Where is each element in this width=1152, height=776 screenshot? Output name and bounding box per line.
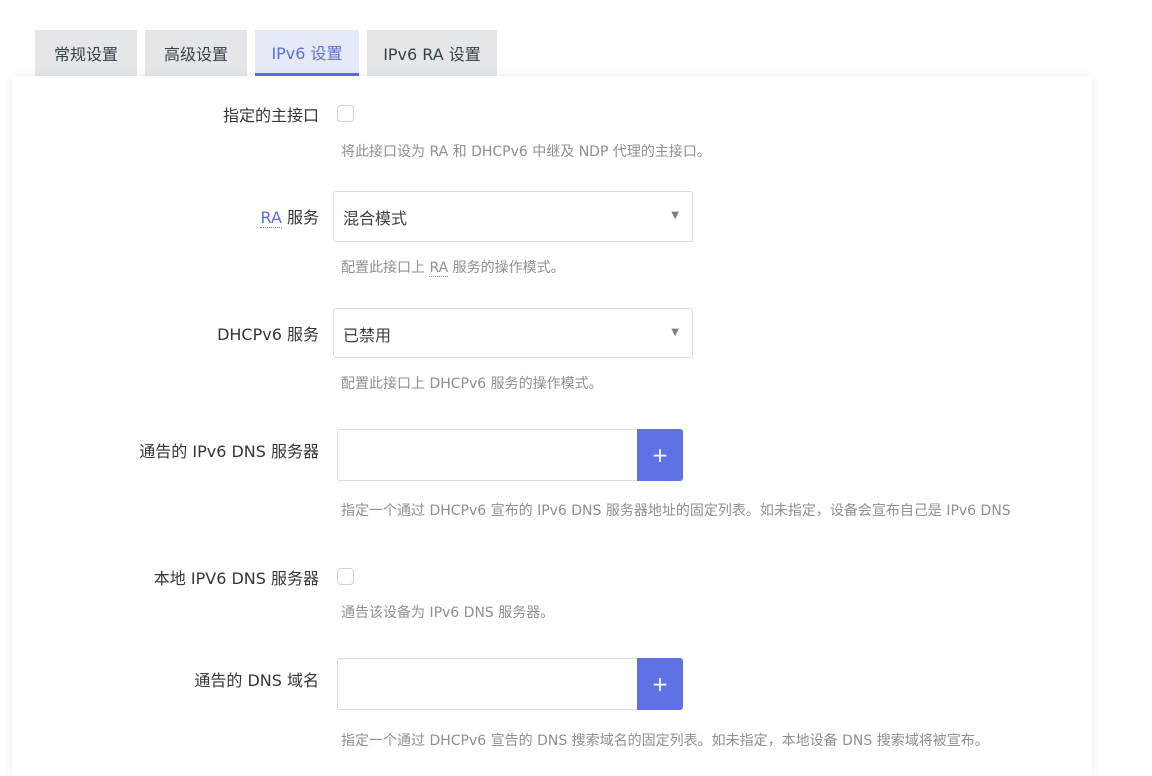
ra-help-abbr: RA: [429, 260, 449, 277]
tab-bar: 常规设置 高级设置 IPv6 设置 IPv6 RA 设置: [35, 30, 505, 76]
announced-ipv6-dns-input[interactable]: [337, 429, 638, 481]
ra-service-help: 配置此接口上 RA 服务的操作模式。: [341, 257, 565, 277]
ra-service-select[interactable]: 混合模式 ▼: [333, 191, 693, 242]
ra-service-label-text: 服务: [281, 208, 319, 227]
master-interface-help: 将此接口设为 RA 和 DHCPv6 中继及 NDP 代理的主接口。: [341, 144, 711, 160]
local-ipv6-dns-help: 通告该设备为 IPv6 DNS 服务器。: [341, 605, 555, 621]
master-interface-label: 指定的主接口: [222, 106, 319, 125]
dhcpv6-service-help: 配置此接口上 DHCPv6 服务的操作模式。: [341, 376, 603, 392]
dhcpv6-service-label: DHCPv6 服务: [217, 325, 319, 344]
announced-ipv6-dns-help: 指定一个通过 DHCPv6 宣布的 IPv6 DNS 服务器地址的固定列表。如未…: [341, 503, 1011, 519]
tab-ipv6-ra-settings[interactable]: IPv6 RA 设置: [367, 30, 497, 76]
local-ipv6-dns-checkbox[interactable]: [337, 568, 354, 585]
announced-dns-domain-input[interactable]: [337, 658, 638, 710]
ra-help-suffix: 服务的操作模式。: [448, 260, 565, 276]
plus-icon: +: [651, 672, 669, 696]
ra-service-label: RA 服务: [260, 204, 319, 228]
add-ipv6-dns-button[interactable]: +: [637, 429, 683, 481]
announced-dns-domain-help: 指定一个通过 DHCPv6 宣告的 DNS 搜索域名的固定列表。如未指定，本地设…: [341, 733, 989, 749]
caret-down-icon: ▼: [671, 327, 679, 338]
caret-down-icon: ▼: [671, 210, 679, 221]
ra-service-value: 混合模式: [343, 209, 408, 228]
ra-abbr: RA: [260, 208, 282, 228]
tab-advanced-settings[interactable]: 高级设置: [145, 30, 247, 76]
tab-ipv6-settings[interactable]: IPv6 设置: [255, 30, 359, 76]
add-dns-domain-button[interactable]: +: [637, 658, 683, 710]
dhcpv6-service-select[interactable]: 已禁用 ▼: [333, 308, 693, 358]
announced-dns-domain-label: 通告的 DNS 域名: [194, 671, 319, 690]
dhcpv6-service-value: 已禁用: [343, 326, 392, 345]
tab-general-settings[interactable]: 常规设置: [35, 30, 137, 76]
master-interface-checkbox[interactable]: [337, 105, 354, 122]
announced-ipv6-dns-label: 通告的 IPv6 DNS 服务器: [139, 442, 319, 461]
plus-icon: +: [651, 443, 669, 467]
ra-help-prefix: 配置此接口上: [341, 260, 430, 276]
local-ipv6-dns-label: 本地 IPV6 DNS 服务器: [153, 569, 319, 588]
